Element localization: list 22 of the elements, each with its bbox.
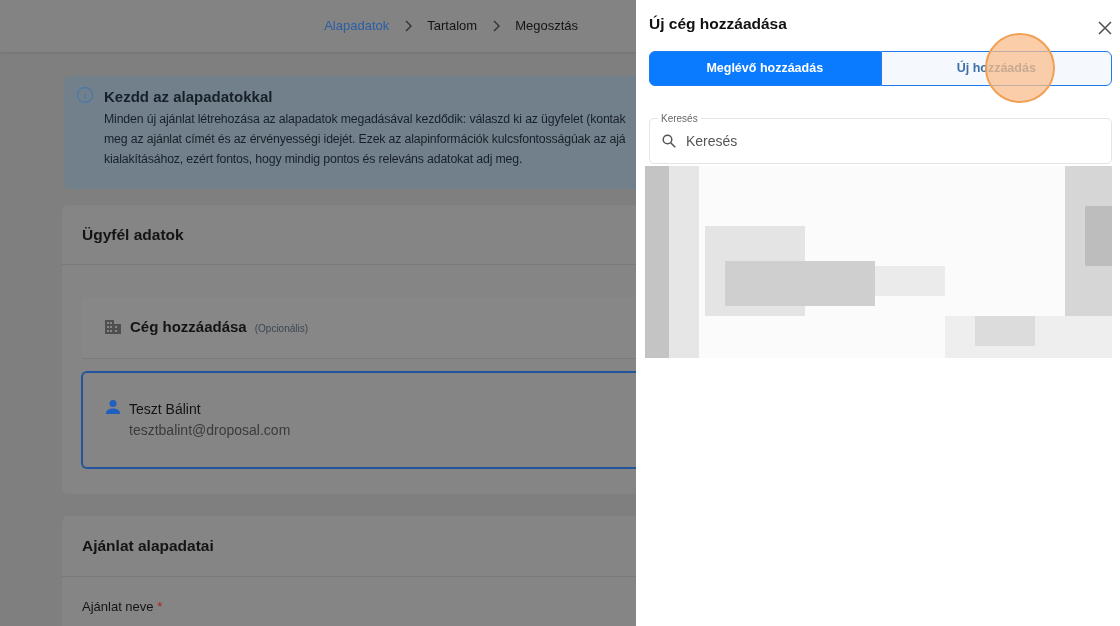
close-button[interactable] [1098, 20, 1112, 35]
info-text: Minden új ajánlat létrehozása az alapadatok megadásával kezdődik: válaszd ki az ügyfelet (kontak meg az ajánlat címét és az érvényességi idejét. Ezek az alapinformációk kulcsfontosságúak az ajá kialakításához, ezért fontos, hogy mindig pontos és releváns adatokat adj meg. [104, 110, 626, 168]
contact-email: tesztbalint@droposal.com [129, 421, 291, 441]
field-label: Ajánlat neve [82, 598, 155, 614]
optional-hint: (Opcionális) [254, 322, 309, 336]
contact-name: Teszt Bálint [129, 400, 202, 420]
breadcrumb-link[interactable]: Tartalom [427, 16, 478, 36]
company-label: Cég hozzáadása [130, 316, 247, 337]
person-icon [105, 399, 121, 416]
chevron-right-icon [403, 20, 414, 32]
search-icon [662, 134, 676, 149]
chevron-right-icon [491, 20, 502, 32]
drawer-title: Új cég hozzáadása [649, 14, 787, 34]
toggle-tab[interactable]: Meglévő hozzáadás [649, 51, 881, 87]
contact-card[interactable]: Teszt Bálint tesztbalint@droposal.com [81, 371, 636, 470]
breadcrumb-link[interactable]: Megosztás [515, 16, 578, 36]
required-mark: * [157, 598, 163, 614]
info-icon [76, 86, 94, 104]
card-title: Ügyfél adatok [62, 204, 636, 265]
info-title: Kezdd az alapadatokkal [104, 87, 274, 107]
building-icon [104, 319, 122, 335]
card-title: Ajánlat alapadatai [62, 516, 636, 577]
